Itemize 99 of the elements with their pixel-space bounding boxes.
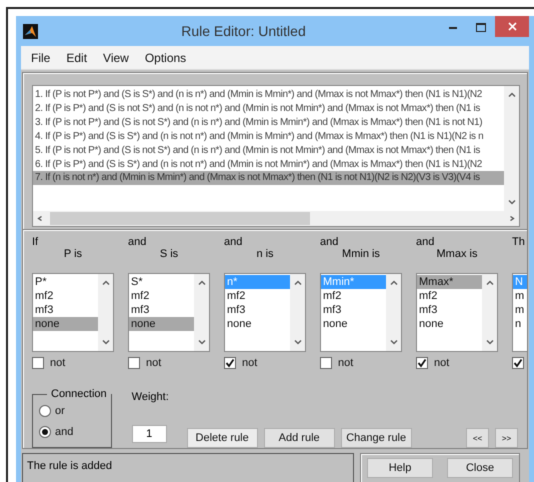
scroll-down-icon[interactable] [102, 340, 110, 345]
radio-button[interactable] [39, 404, 51, 416]
list-item[interactable]: mf2 [129, 288, 194, 303]
rule-line[interactable]: 1. If (P is not P*) and (S is S*) and (n is n*) and (Mmin is Mmin*) and (Mmax is not Mmax*) then (N1 is N1)(N2 [33, 88, 504, 102]
scroll-down-icon[interactable] [198, 340, 206, 345]
scroll-down-icon[interactable] [294, 340, 302, 345]
connector-label: and [416, 236, 436, 248]
connector-label: and [320, 236, 340, 248]
nav-button[interactable]: << [466, 428, 489, 448]
checkbox-label: not [338, 356, 354, 369]
scroll-up-icon[interactable] [198, 280, 206, 285]
variable-label: Mmax is [436, 248, 478, 262]
menu-item[interactable]: File [23, 50, 58, 64]
connector-label: Th [512, 236, 526, 248]
list-item[interactable]: mf2 [321, 288, 386, 303]
list-item[interactable]: mf3 [225, 302, 290, 317]
dialog-button[interactable]: Help [367, 458, 433, 478]
close-button[interactable] [495, 16, 529, 37]
list-item[interactable]: none [129, 316, 194, 331]
list-item[interactable]: none [417, 316, 482, 331]
checkbox[interactable] [320, 356, 332, 369]
vertical-scrollbar[interactable] [194, 274, 209, 351]
menu-item[interactable]: View [95, 50, 137, 64]
scroll-up-icon[interactable] [102, 280, 110, 285]
checkbox[interactable] [32, 356, 44, 369]
scroll-down-icon[interactable] [390, 340, 398, 345]
checkbox-label: not [146, 356, 162, 369]
weight-field[interactable]: 1 [132, 425, 167, 443]
rule-line[interactable]: 4. If (P is P*) and (S is S*) and (n is not n*) and (Mmin is Mmin*) and (Mmax is Mmax*) then (N1 is N1)(N2 is n [33, 130, 504, 144]
minimize-icon [449, 26, 457, 28]
radio-label: and [55, 426, 74, 438]
list-item[interactable]: m [513, 302, 527, 317]
status-message: The rule is added [22, 453, 354, 482]
rule-button[interactable]: Change rule [340, 428, 412, 448]
list-item[interactable]: m [513, 288, 527, 303]
list-item[interactable]: mf3 [321, 302, 386, 317]
nav-button[interactable]: >> [495, 428, 518, 448]
window-title: Rule Editor: Untitled [180, 23, 307, 39]
scroll-up-icon[interactable] [508, 92, 516, 97]
weight-label: Weight: [132, 391, 170, 403]
close-icon [508, 22, 516, 31]
menu-item[interactable]: Edit [58, 50, 96, 64]
membership-list[interactable]: Mmin* mf2 mf3 none [320, 272, 402, 352]
list-item[interactable]: mf2 [225, 288, 290, 303]
rule-line[interactable]: 6. If (P is P*) and (S is S*) and (n is not n*) and (Mmin is not Mmin*) and (Mmax is Mmax*) then (N1 is N1)(N2 [33, 158, 504, 172]
rule-button[interactable]: Delete rule [186, 428, 258, 448]
list-item[interactable]: mf3 [417, 302, 482, 317]
vertical-scrollbar[interactable] [504, 86, 519, 211]
membership-list[interactable]: N m m n [512, 272, 527, 352]
membership-list[interactable]: Mmax* mf2 mf3 none [416, 272, 498, 352]
list-item[interactable]: none [225, 316, 290, 331]
app-logo-icon [23, 24, 38, 38]
dialog-button[interactable]: Close [447, 458, 513, 478]
list-item[interactable]: none [33, 316, 98, 331]
radio-label: or [55, 404, 65, 416]
rule-button[interactable]: Add rule [264, 428, 335, 448]
scroll-down-icon[interactable] [508, 200, 516, 205]
group-title: Connection [50, 388, 108, 400]
vertical-scrollbar[interactable] [98, 274, 113, 351]
rule-line[interactable]: 2. If (P is P*) and (S is not S*) and (n is not n*) and (Mmin is not Mmin*) and (Mmax is not Mmax*) then (N1 is [33, 102, 504, 116]
radio-button[interactable] [39, 426, 51, 438]
variable-label: n is [256, 248, 274, 262]
scroll-down-icon[interactable] [486, 340, 494, 345]
scroll-up-icon[interactable] [294, 280, 302, 285]
connector-label: If [32, 236, 40, 248]
variable-label: S is [160, 248, 178, 262]
connector-label: and [128, 236, 148, 248]
list-item[interactable]: mf3 [129, 302, 194, 317]
scroll-up-icon[interactable] [390, 280, 398, 285]
menu-item[interactable]: Options [136, 50, 194, 64]
list-item[interactable]: none [321, 316, 386, 331]
checkbox[interactable] [512, 356, 524, 369]
membership-list[interactable]: S* mf2 mf3 none [128, 272, 210, 352]
list-item[interactable]: P* [33, 274, 98, 289]
checkbox-label: not [50, 356, 66, 369]
checkbox-label: not [434, 356, 450, 369]
rule-line[interactable]: 5. If (P is not P*) and (S is not S*) and (n is n*) and (Mmin is not Mmin*) and (Mmax is not Mmax*) then (N1 is [33, 144, 504, 158]
checkbox[interactable] [416, 356, 428, 369]
rule-line[interactable]: 3. If (P is not P*) and (S is not S*) and (n is n*) and (Mmin is Mmin*) and (Mmax is Mmax*) then (N1 is not N1) [33, 116, 504, 130]
connector-label: and [224, 236, 244, 248]
membership-list[interactable]: P* mf2 mf3 none [32, 272, 114, 352]
list-item[interactable]: S* [129, 274, 194, 289]
variable-label: Mmin is [342, 248, 380, 262]
list-item[interactable]: mf3 [33, 302, 98, 317]
vertical-scrollbar[interactable] [290, 274, 305, 351]
list-item[interactable]: mf2 [33, 288, 98, 303]
list-item[interactable]: Mmax* [417, 274, 482, 289]
vertical-scrollbar[interactable] [482, 274, 497, 351]
variable-label: P is [64, 248, 82, 262]
membership-list[interactable]: n* mf2 mf3 none [224, 272, 306, 352]
checkbox[interactable] [224, 356, 236, 369]
maximize-icon [476, 22, 486, 32]
horizontal-scrollbar[interactable] [33, 211, 519, 226]
list-item[interactable]: mf2 [417, 288, 482, 303]
checkbox[interactable] [128, 356, 140, 369]
list-item[interactable]: n [513, 316, 527, 331]
checkbox-label: not [242, 356, 258, 369]
scroll-up-icon[interactable] [486, 280, 494, 285]
vertical-scrollbar[interactable] [386, 274, 401, 351]
